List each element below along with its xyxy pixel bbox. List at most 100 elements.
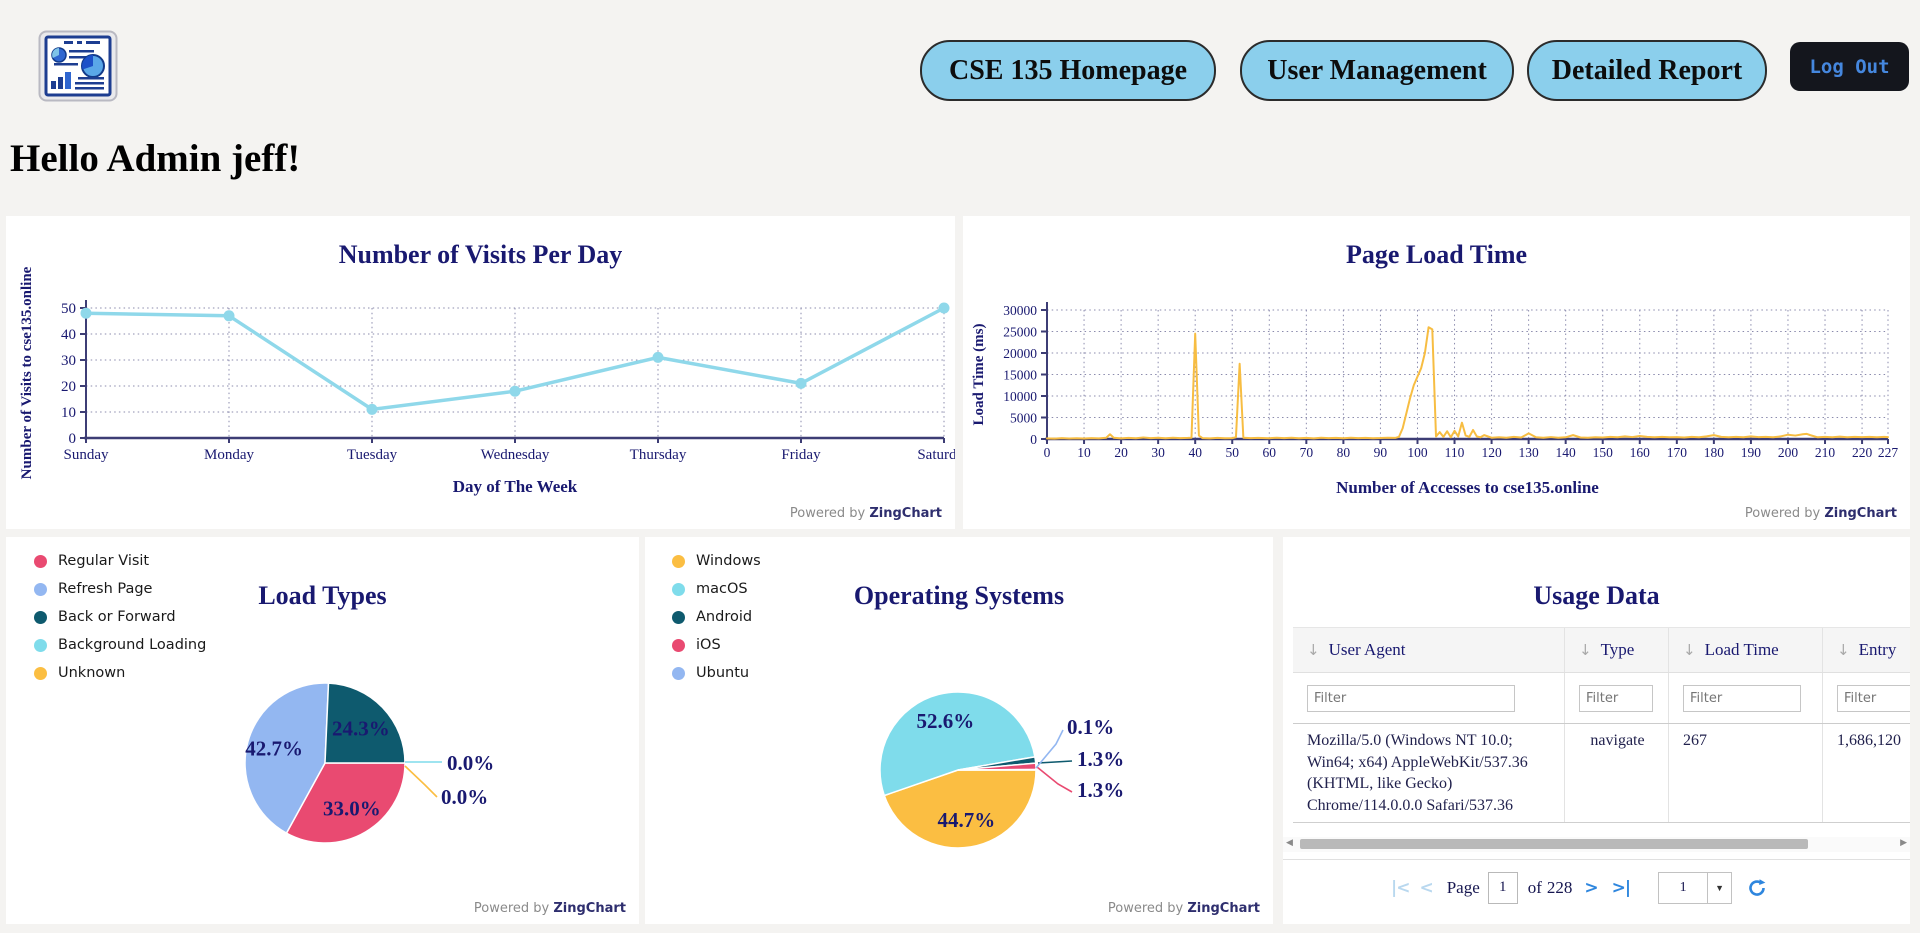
column-header-entry[interactable]: ↓ Entry (1823, 628, 1910, 672)
pie-value-label: 0.1% (1067, 715, 1114, 739)
operating-systems-chart-panel: Operating Systems WindowsmacOSAndroidiOS… (645, 537, 1273, 924)
filter-input-user-agent[interactable] (1307, 685, 1515, 712)
usage-data-table: ↓ User Agent ↓ Type ↓ Load Time ↓ Entry (1293, 627, 1910, 823)
usage-data-title: Usage Data (1283, 581, 1910, 611)
pagination-bar: |< < Page of 228 > >| 1 ▼ (1283, 859, 1910, 915)
data-point (653, 352, 664, 363)
pie-value-label: 0.0% (441, 785, 488, 809)
load-types-pie-chart[interactable]: 33.0%42.7%24.3%0.0%0.0% (6, 537, 639, 924)
x-tick-label: Tuesday (347, 447, 398, 463)
visits-line-chart[interactable]: 01020304050SundayMondayTuesdayWednesdayT… (6, 216, 955, 529)
os-pie-chart[interactable]: 44.7%52.6%1.3%1.3%0.1% (645, 537, 1273, 924)
scroll-left-icon[interactable]: ◀ (1286, 838, 1293, 848)
sort-down-icon[interactable]: ↓ (1683, 641, 1696, 659)
last-page-button[interactable]: >| (1612, 878, 1630, 898)
page-size-value: 1 (1659, 873, 1707, 903)
column-label: Entry (1859, 640, 1897, 660)
load-time-line-chart[interactable]: 0500010000150002000025000300000102030405… (963, 216, 1910, 529)
series-line (1047, 327, 1888, 438)
pie-value-label: 42.7% (245, 737, 303, 761)
x-tick-label: Wednesday (481, 447, 550, 463)
callout-line (1037, 767, 1072, 792)
cell-user-agent: Mozilla/5.0 (Windows NT 10.0; Win64; x64… (1293, 724, 1565, 822)
page-size-select[interactable]: 1 ▼ (1658, 872, 1732, 904)
nav-button-label: User Management (1267, 55, 1487, 87)
scrollbar-thumb[interactable] (1300, 839, 1808, 849)
x-tick-label: Sunday (64, 447, 110, 463)
column-label: Type (1601, 640, 1635, 660)
nav-button-detailed-report[interactable]: Detailed Report (1527, 40, 1767, 101)
y-tick-label: 20000 (1003, 346, 1037, 361)
x-tick-label: 227 (1878, 445, 1899, 460)
table-row: Mozilla/5.0 (Windows NT 10.0; Win64; x64… (1293, 724, 1910, 823)
zingchart-branding[interactable]: Powered by ZingChart (1108, 901, 1260, 916)
y-tick-label: 15000 (1003, 368, 1037, 383)
table-header-row: ↓ User Agent ↓ Type ↓ Load Time ↓ Entry (1293, 627, 1910, 673)
prev-page-button[interactable]: < (1419, 878, 1432, 898)
cell-type: navigate (1565, 724, 1669, 822)
cell-load-time: 267 (1669, 724, 1823, 822)
nav-button-user-management[interactable]: User Management (1240, 40, 1514, 101)
filter-input-entry[interactable] (1837, 685, 1910, 712)
pie-value-label: 1.3% (1077, 778, 1124, 802)
column-header-type[interactable]: ↓ Type (1565, 628, 1669, 672)
nav-button-cse135-homepage[interactable]: CSE 135 Homepage (920, 40, 1216, 101)
column-header-load-time[interactable]: ↓ Load Time (1669, 628, 1823, 672)
y-axis-label: Number of Visits to cse135.online (19, 266, 35, 479)
x-tick-label: 60 (1263, 445, 1277, 460)
data-point (81, 308, 92, 319)
x-tick-label: 30 (1151, 445, 1165, 460)
y-tick-label: 25000 (1003, 325, 1037, 340)
sort-down-icon[interactable]: ↓ (1307, 641, 1320, 659)
x-tick-label: Saturday (917, 447, 955, 463)
pie-value-label: 1.3% (1077, 747, 1124, 771)
x-tick-label: 130 (1519, 445, 1540, 460)
x-tick-label: 70 (1300, 445, 1314, 460)
y-tick-label: 40 (61, 327, 76, 343)
column-header-user-agent[interactable]: ↓ User Agent (1293, 628, 1565, 672)
x-tick-label: 160 (1630, 445, 1651, 460)
page-label: Page (1447, 878, 1480, 898)
pie-value-label: 52.6% (917, 709, 975, 733)
callout-line (405, 766, 437, 797)
refresh-button[interactable] (1746, 877, 1768, 899)
dashboard-logo (38, 30, 118, 102)
page-number-input[interactable] (1488, 872, 1518, 904)
x-tick-label: Friday (781, 447, 821, 463)
y-tick-label: 30 (61, 353, 76, 369)
zingchart-branding[interactable]: Powered by ZingChart (790, 506, 942, 521)
table-filter-row (1293, 673, 1910, 724)
logout-button[interactable]: Log Out (1790, 42, 1909, 91)
x-axis-label: Number of Accesses to cse135.online (1336, 478, 1599, 497)
greeting-heading: Hello Admin jeff! (10, 136, 300, 181)
x-tick-label: 200 (1778, 445, 1799, 460)
x-tick-label: 170 (1667, 445, 1688, 460)
data-point (796, 378, 807, 389)
x-tick-label: 110 (1445, 445, 1465, 460)
y-tick-label: 10000 (1003, 389, 1037, 404)
x-tick-label: Monday (204, 447, 254, 463)
scroll-right-icon[interactable]: ▶ (1900, 838, 1907, 848)
sort-down-icon[interactable]: ↓ (1579, 641, 1592, 659)
x-tick-label: 150 (1593, 445, 1614, 460)
x-tick-label: 80 (1337, 445, 1351, 460)
filter-input-type[interactable] (1579, 685, 1653, 712)
x-tick-label: 50 (1225, 445, 1239, 460)
column-label: User Agent (1329, 640, 1406, 660)
filter-input-load-time[interactable] (1683, 685, 1801, 712)
zingchart-branding[interactable]: Powered by ZingChart (474, 901, 626, 916)
first-page-button[interactable]: |< (1391, 878, 1409, 898)
visits-chart-panel: Number of Visits Per Day 01020304050Sund… (6, 216, 955, 529)
y-tick-label: 5000 (1010, 411, 1037, 426)
sort-down-icon[interactable]: ↓ (1837, 641, 1850, 659)
load-types-chart-panel: Load Types Regular VisitRefresh PageBack… (6, 537, 639, 924)
pie-value-label: 33.0% (323, 796, 381, 820)
cell-entry: 1,686,120 (1823, 724, 1910, 822)
next-page-button[interactable]: > (1584, 878, 1597, 898)
horizontal-scrollbar[interactable]: ◀ ▶ (1283, 837, 1910, 852)
y-tick-label: 50 (61, 301, 76, 317)
x-tick-label: 10 (1077, 445, 1091, 460)
caret-down-icon: ▼ (1707, 873, 1731, 903)
callout-line (1038, 761, 1072, 763)
zingchart-branding[interactable]: Powered by ZingChart (1745, 506, 1897, 521)
